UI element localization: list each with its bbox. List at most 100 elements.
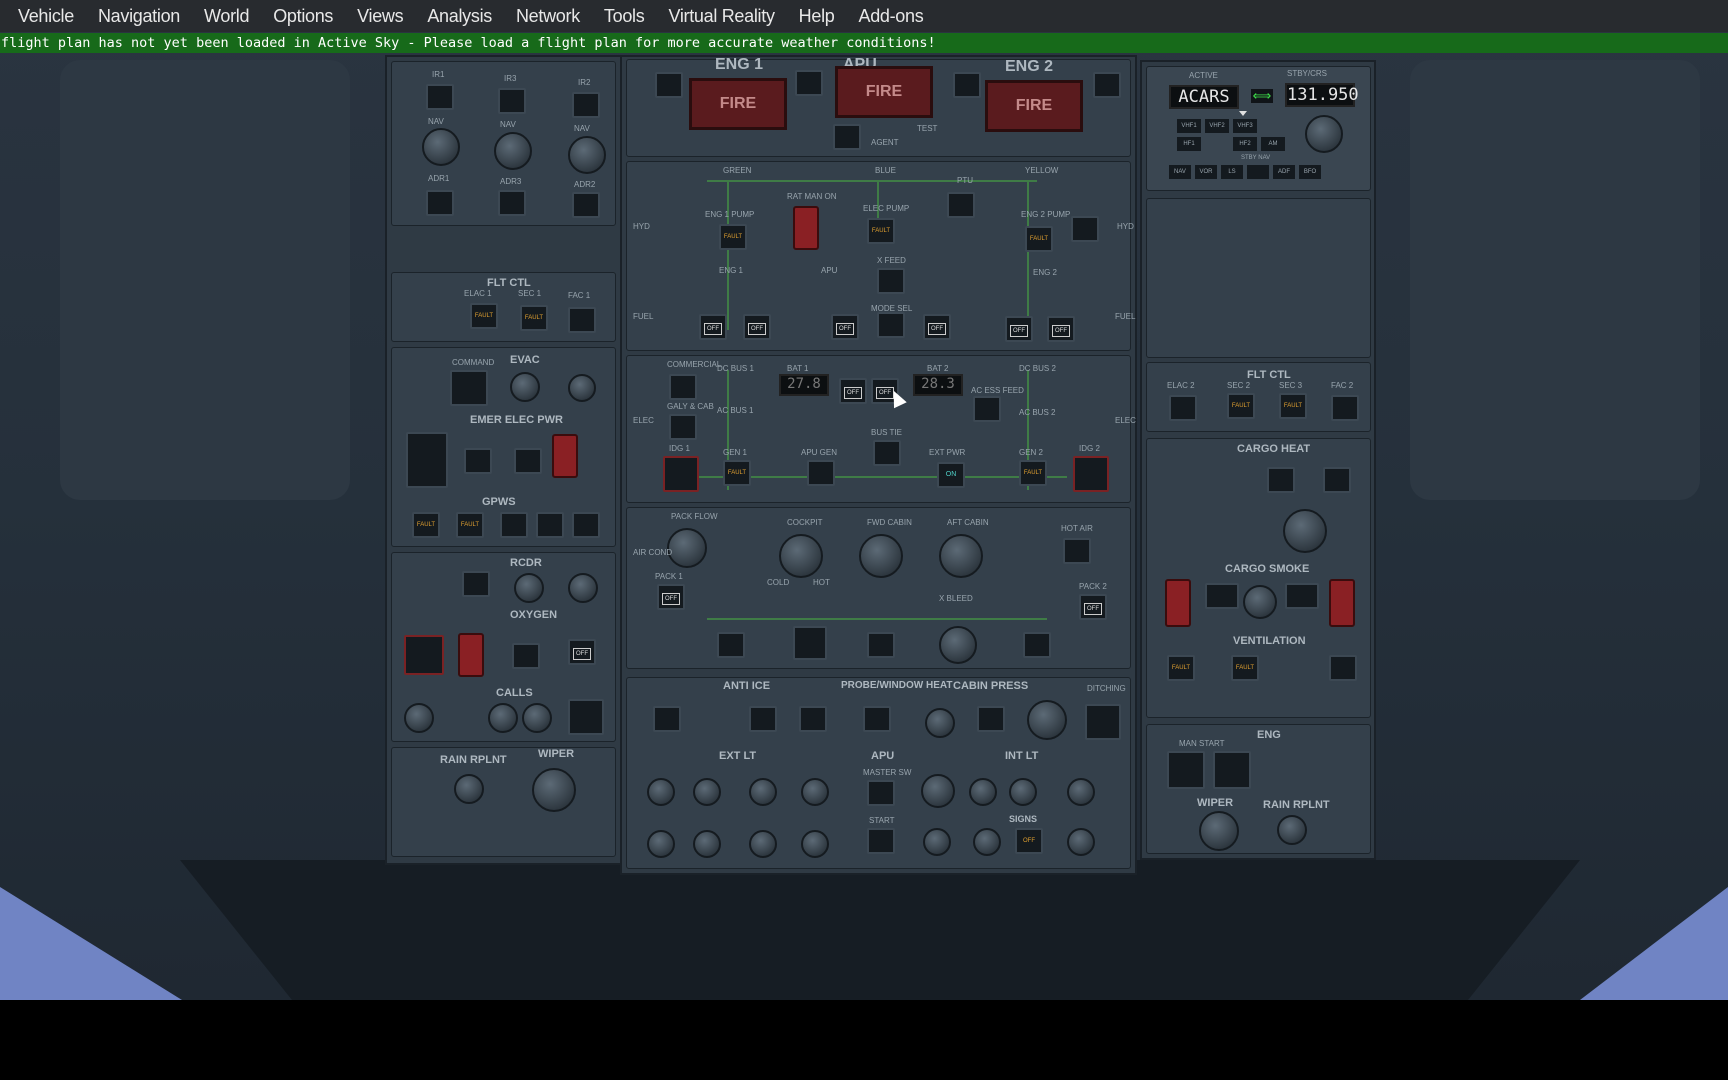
rat-man-on-guard[interactable]	[793, 206, 819, 250]
eng1-anti-ice-button[interactable]	[749, 706, 777, 732]
eng1-bleed-button[interactable]	[717, 632, 745, 658]
menu-virtual-reality[interactable]: Virtual Reality	[656, 6, 786, 27]
capt-purs-switch[interactable]	[568, 374, 596, 402]
menu-world[interactable]: World	[192, 6, 261, 27]
hf2-button[interactable]: HF2	[1233, 137, 1257, 151]
menu-help[interactable]: Help	[787, 6, 847, 27]
r-tk-pump2-button[interactable]: OFF	[1047, 316, 1075, 342]
emer-exit-lt-switch[interactable]	[1067, 828, 1095, 856]
pack2-button[interactable]: OFF	[1079, 594, 1107, 620]
sec1-button[interactable]: FAULT	[520, 305, 548, 331]
cvr-erase-button[interactable]	[514, 573, 544, 603]
gpws-terr-button[interactable]: FAULT	[412, 512, 440, 538]
passenger-button[interactable]	[512, 643, 540, 669]
frequency-selector-knob[interactable]	[1305, 115, 1343, 153]
eng2-fire-pushbutton[interactable]: FIRE	[985, 80, 1083, 132]
no-smoking-switch[interactable]	[973, 828, 1001, 856]
emer-exit-lt-button[interactable]: OFF	[1015, 828, 1043, 854]
vhf1-button[interactable]: VHF1	[1177, 119, 1201, 133]
aft-smoke-button[interactable]	[1285, 583, 1319, 609]
aft-isol-valve-button[interactable]	[1323, 467, 1351, 493]
fac2-button[interactable]	[1331, 395, 1359, 421]
rain-rplnt-button[interactable]	[454, 774, 484, 804]
cargo-smoke-test-button[interactable]	[1243, 585, 1277, 619]
rain-rplnt-button[interactable]	[1277, 815, 1307, 845]
fuel-mode-sel-button[interactable]	[877, 312, 905, 338]
ir2-mode-knob[interactable]	[568, 136, 606, 174]
aft-disch-guard[interactable]	[1329, 579, 1355, 627]
mask-man-on-guard[interactable]	[458, 633, 484, 677]
ice-ind-switch[interactable]	[969, 778, 997, 806]
ir3-button[interactable]	[498, 88, 526, 114]
bfo-button[interactable]: BFO	[1299, 165, 1321, 179]
rwy-turn-off-switch[interactable]	[647, 830, 675, 858]
man-vs-ctl-switch[interactable]	[925, 708, 955, 738]
cargo-temp-knob[interactable]	[1283, 509, 1327, 553]
eng2-pump-button[interactable]: FAULT	[1025, 226, 1053, 252]
land-left-switch[interactable]	[693, 830, 721, 858]
l-tk-pump1-button[interactable]: OFF	[699, 314, 727, 340]
adf-button[interactable]: ADF	[1273, 165, 1295, 179]
pack-flow-knob[interactable]	[667, 528, 707, 568]
ovhd-integ-lt-knob[interactable]	[921, 774, 955, 808]
l-tk-pump2-button[interactable]: OFF	[743, 314, 771, 340]
menu-add-ons[interactable]: Add-ons	[846, 6, 935, 27]
sec2-button[interactable]: FAULT	[1227, 393, 1255, 419]
eng1-agent1-button[interactable]	[655, 72, 683, 98]
extract-button[interactable]: FAULT	[1231, 655, 1259, 681]
pack1-button[interactable]: OFF	[657, 584, 685, 610]
cvr-test-button[interactable]	[568, 573, 598, 603]
call-aft-button[interactable]	[522, 703, 552, 733]
fac1-button[interactable]	[568, 307, 596, 333]
menu-options[interactable]: Options	[261, 6, 345, 27]
vhf2-button[interactable]: VHF2	[1205, 119, 1229, 133]
apu-master-sw-button[interactable]	[867, 780, 895, 806]
dome-switch[interactable]	[1009, 778, 1037, 806]
apu-gen-button[interactable]	[807, 460, 835, 486]
evac-horn-button[interactable]	[510, 372, 540, 402]
menu-navigation[interactable]: Navigation	[86, 6, 192, 27]
gen1-line-button[interactable]	[464, 448, 492, 474]
ldg-elev-knob[interactable]	[1027, 700, 1067, 740]
man-start-eng2-button[interactable]	[1213, 751, 1251, 789]
apu-start-button[interactable]	[867, 828, 895, 854]
seat-belts-switch[interactable]	[923, 828, 951, 856]
gpws-sys-button[interactable]: FAULT	[456, 512, 484, 538]
nose-switch[interactable]	[801, 830, 829, 858]
call-fwd-button[interactable]	[488, 703, 518, 733]
cargo-hot-air-button[interactable]	[1267, 467, 1295, 493]
gen2-button[interactable]: FAULT	[1019, 460, 1047, 486]
cab-fans-button[interactable]	[1329, 655, 1357, 681]
apu-fire-pushbutton[interactable]: FIRE	[835, 66, 933, 118]
menu-vehicle[interactable]: Vehicle	[6, 6, 86, 27]
ac-ess-feed-button[interactable]	[973, 396, 1001, 422]
eng1-agent2-button[interactable]	[795, 70, 823, 96]
aft-cabin-temp-knob[interactable]	[939, 534, 983, 578]
bus-tie-button[interactable]	[873, 440, 901, 466]
eng1-fire-pushbutton[interactable]: FIRE	[689, 78, 787, 130]
commercial-button[interactable]	[669, 374, 697, 400]
adr2-button[interactable]	[572, 192, 600, 218]
transfer-button[interactable]: ⟺	[1251, 89, 1273, 103]
elac1-button[interactable]: FAULT	[470, 303, 498, 329]
cockpit-temp-knob[interactable]	[779, 534, 823, 578]
bat1-button[interactable]: OFF	[839, 378, 867, 404]
strobe-switch[interactable]	[647, 778, 675, 806]
ext-pwr-button[interactable]: ON	[937, 462, 965, 488]
vhf3-button[interactable]: VHF3	[1233, 119, 1257, 133]
ctr-tk-pump1-button[interactable]: OFF	[831, 314, 859, 340]
ir2-button[interactable]	[572, 92, 600, 118]
wiper-knob[interactable]	[532, 768, 576, 812]
menu-tools[interactable]: Tools	[592, 6, 657, 27]
hot-air-button[interactable]	[1063, 538, 1091, 564]
ir1-mode-knob[interactable]	[422, 128, 460, 166]
man-start-eng1-button[interactable]	[1167, 751, 1205, 789]
ir1-button[interactable]	[426, 84, 454, 110]
wing-anti-ice-button[interactable]	[653, 706, 681, 732]
probe-heat-button[interactable]	[863, 706, 891, 732]
eng2-anti-ice-button[interactable]	[799, 706, 827, 732]
crew-supply-button[interactable]: OFF	[568, 639, 596, 665]
eng2-agent2-button[interactable]	[1093, 72, 1121, 98]
blue-elec-pump-button[interactable]: FAULT	[867, 218, 895, 244]
fwd-disch-guard[interactable]	[1165, 579, 1191, 627]
